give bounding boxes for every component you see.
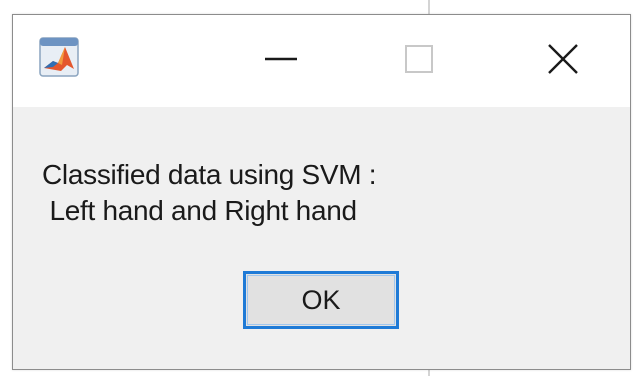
title-bar[interactable]: [13, 15, 630, 107]
message-line-2: Left hand and Right hand: [42, 195, 357, 226]
dialog-content: Classified data using SVM : Left hand an…: [13, 107, 630, 369]
close-icon: [548, 44, 578, 74]
minimize-icon: [265, 57, 297, 61]
maximize-icon: [405, 45, 433, 73]
message-dialog: Classified data using SVM : Left hand an…: [12, 14, 631, 370]
ok-button[interactable]: OK: [243, 271, 399, 329]
close-button[interactable]: [533, 31, 593, 87]
maximize-button[interactable]: [389, 31, 449, 87]
screen: Classified data using SVM : Left hand an…: [0, 0, 635, 376]
minimize-button[interactable]: [251, 31, 311, 87]
message-line-1: Classified data using SVM :: [42, 159, 377, 190]
message-text: Classified data using SVM : Left hand an…: [42, 157, 377, 229]
matlab-icon: [39, 37, 79, 77]
